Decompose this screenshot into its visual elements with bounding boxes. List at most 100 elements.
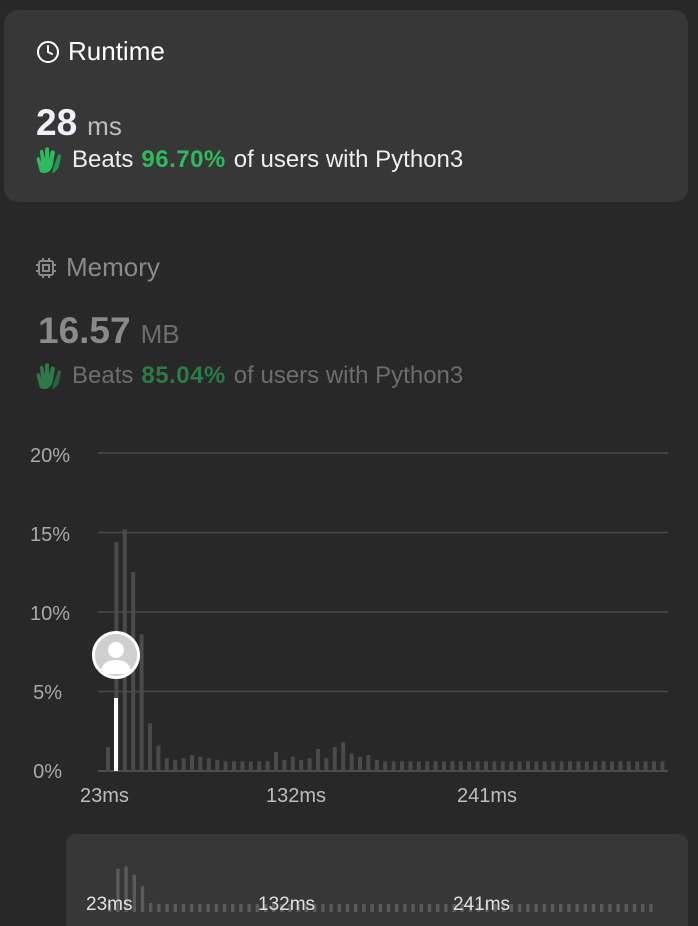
bar: [232, 761, 236, 771]
bar: [349, 753, 354, 771]
bar: [559, 761, 564, 771]
overview-bar: [624, 904, 628, 912]
overview-bar: [165, 904, 169, 912]
overview-bar: [591, 904, 596, 912]
overview-bar: [436, 904, 440, 912]
bar: [475, 761, 480, 771]
bar: [584, 761, 589, 771]
overview-bar: [321, 904, 325, 912]
bar: [223, 761, 228, 771]
overview-bar: [239, 904, 243, 912]
bar: [467, 761, 472, 771]
x-tick-label: 241ms: [457, 785, 518, 807]
bars: [106, 529, 665, 771]
bar: [274, 751, 278, 771]
overview-bar: [411, 904, 415, 912]
overview-bar: [345, 904, 350, 912]
overview-bar: [509, 904, 514, 912]
user-avatar-icon[interactable]: [92, 631, 140, 679]
overview-bar: [337, 904, 341, 912]
bar: [257, 761, 262, 771]
bar: [290, 756, 295, 771]
bar: [601, 761, 606, 771]
overview-bar: [222, 904, 227, 912]
bar: [416, 761, 421, 771]
overview-bar: [132, 874, 136, 912]
bar: [240, 761, 245, 771]
overview-bar: [616, 904, 620, 912]
bar: [190, 755, 194, 771]
bar: [593, 761, 598, 771]
bar: [316, 748, 320, 771]
bar: [517, 761, 522, 771]
overview-bar: [518, 904, 522, 912]
bar: [391, 761, 396, 771]
bar: [643, 761, 648, 771]
overview-bar: [559, 904, 563, 912]
overview-bar: [329, 904, 333, 912]
overview-bar: [362, 904, 366, 912]
overview-bar: [419, 904, 423, 912]
grid-lines: [98, 452, 668, 772]
bar: [299, 759, 304, 771]
bar: [358, 756, 362, 771]
bar: [526, 761, 530, 771]
overview-bar: [173, 904, 177, 912]
overview-bar: [550, 904, 555, 912]
bar: [324, 758, 329, 771]
bar: [492, 761, 497, 771]
overview-bar: [231, 904, 235, 912]
overview-x-tick-label: 132ms: [258, 894, 316, 915]
bar: [265, 761, 270, 771]
bar: [635, 761, 640, 771]
overview-bar: [632, 904, 637, 912]
overview-bar: [534, 904, 538, 912]
bar: [433, 761, 438, 771]
bar: [450, 761, 455, 771]
overview-bar: [386, 904, 391, 912]
bar: [568, 761, 572, 771]
overview-bar: [157, 904, 161, 912]
bar: [106, 747, 110, 771]
overview-bar: [649, 904, 653, 912]
bar: [652, 761, 656, 771]
bar: [282, 759, 287, 771]
overview-bar: [378, 904, 382, 912]
bar: [181, 758, 186, 771]
overview-scrubber[interactable]: 23ms 132ms 241ms: [66, 834, 688, 926]
overview-bar: [214, 904, 218, 912]
bar: [408, 761, 413, 771]
overview-chart: [108, 866, 653, 912]
overview-bar: [354, 904, 358, 912]
overview-bar: [583, 904, 587, 912]
bar: [576, 761, 581, 771]
bar: [332, 747, 337, 771]
overview-bar: [526, 904, 530, 912]
bar: [366, 755, 371, 771]
overview-bar: [575, 904, 579, 912]
runtime-distribution-chart[interactable]: [0, 0, 698, 800]
overview-bar: [247, 904, 251, 912]
bar: [534, 761, 539, 771]
overview-bar: [370, 904, 374, 912]
bar: [206, 758, 211, 771]
overview-bar: [140, 886, 145, 912]
bar: [156, 745, 161, 771]
overview-x-tick-label: 23ms: [86, 894, 133, 915]
overview-bar: [149, 903, 153, 912]
overview-bar: [600, 904, 604, 912]
bar: [484, 761, 488, 771]
overview-x-tick-label: 241ms: [453, 894, 511, 915]
bar: [660, 761, 665, 771]
bar: [307, 758, 312, 771]
bar: [509, 761, 514, 771]
overview-bar: [608, 904, 612, 912]
your-result-marker: [114, 698, 118, 771]
bar: [500, 761, 505, 771]
x-tick-label: 132ms: [266, 785, 327, 807]
bar: [442, 761, 446, 771]
bar: [610, 761, 614, 771]
bar: [215, 759, 220, 771]
bar: [425, 761, 430, 771]
bar: [139, 634, 144, 771]
